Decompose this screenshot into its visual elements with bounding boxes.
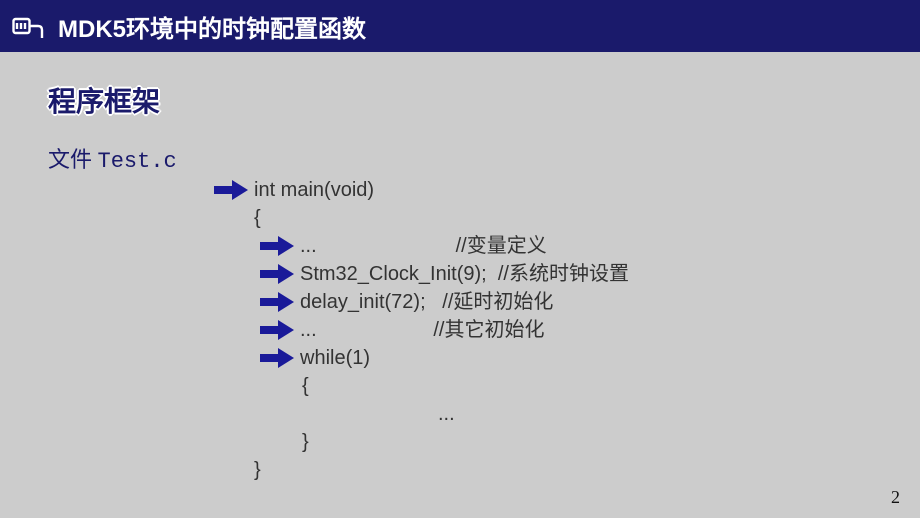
code-line: int main(void) [210, 176, 629, 204]
code-text: int main(void) [254, 176, 374, 204]
arrow-right-icon [210, 178, 254, 202]
subtitle: 程序框架 [48, 80, 160, 120]
code-text: ... //其它初始化 [300, 316, 544, 344]
code-line: } [210, 456, 629, 484]
code-text: ... [438, 400, 455, 428]
code-text: Stm32_Clock_Init(9); //系统时钟设置 [300, 260, 629, 288]
code-line: delay_init(72); //延时初始化 [210, 288, 629, 316]
arrow-right-icon [256, 318, 300, 342]
file-prefix: 文件 [48, 147, 98, 172]
code-text: delay_init(72); //延时初始化 [300, 288, 553, 316]
slide-title: MDK5环境中的时钟配置函数 [58, 9, 366, 44]
code-line: while(1) [210, 344, 629, 372]
code-line: { [210, 204, 629, 232]
code-text: { [254, 204, 261, 232]
code-line: ... [210, 400, 629, 428]
code-line: Stm32_Clock_Init(9); //系统时钟设置 [210, 260, 629, 288]
arrow-right-icon [256, 262, 300, 286]
connector-icon [12, 12, 48, 40]
code-text: ... //变量定义 [300, 232, 547, 260]
code-text: } [302, 428, 309, 456]
code-text: { [302, 372, 309, 400]
code-line: ... //变量定义 [210, 232, 629, 260]
code-line: { [210, 372, 629, 400]
slide: MDK5环境中的时钟配置函数 程序框架 文件 Test.c int main(v… [0, 0, 920, 518]
page-number: 2 [891, 487, 900, 508]
file-label: 文件 Test.c [48, 142, 177, 174]
arrow-right-icon [256, 234, 300, 258]
file-name: Test.c [98, 149, 177, 174]
title-bar: MDK5环境中的时钟配置函数 [0, 0, 920, 52]
code-line: ... //其它初始化 [210, 316, 629, 344]
arrow-right-icon [256, 290, 300, 314]
code-line: } [210, 428, 629, 456]
code-text: } [254, 456, 261, 484]
arrow-right-icon [256, 346, 300, 370]
code-text: while(1) [300, 344, 370, 372]
code-block: int main(void) { ... //变量定义 Stm32_Clock_… [210, 176, 629, 484]
